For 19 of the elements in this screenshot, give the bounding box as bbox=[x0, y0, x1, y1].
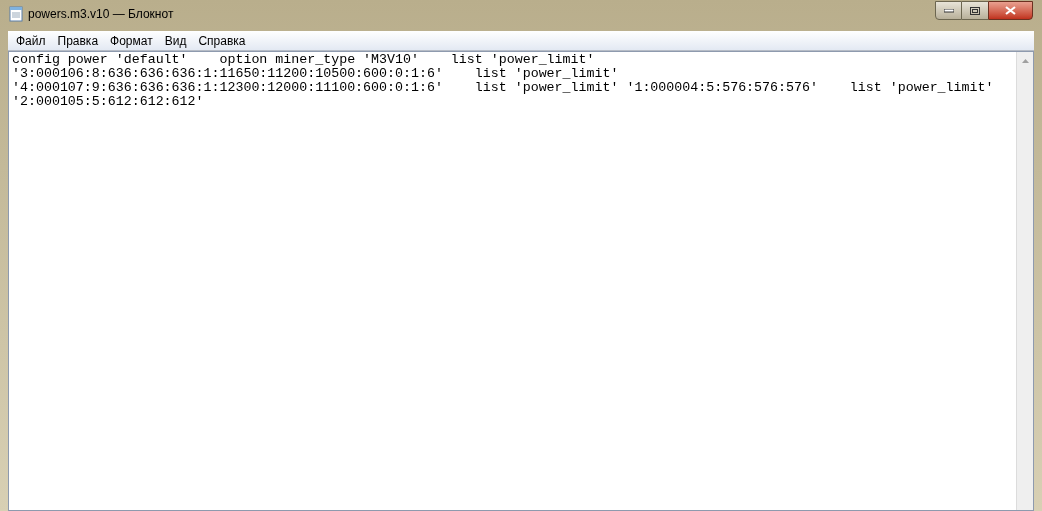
minimize-icon bbox=[943, 8, 954, 13]
menu-item[interactable]: Вид bbox=[158, 32, 193, 49]
up-arrow-icon bbox=[1021, 58, 1029, 63]
vertical-scrollbar[interactable] bbox=[1016, 52, 1033, 510]
text-line: '2:000105:5:612:612:612' bbox=[12, 95, 204, 109]
text-line: '4:000107:9:636:636:636:1:12300:12000:11100:600:0:1:6' list 'power_limit' '1:000004:5:576:576:576' list 'power_limit' bbox=[12, 81, 994, 95]
minimize-button[interactable] bbox=[935, 1, 962, 20]
menu-item[interactable]: Правка bbox=[51, 32, 105, 49]
menu-item[interactable]: Справка bbox=[192, 32, 252, 49]
close-icon bbox=[1005, 6, 1016, 15]
notepad-icon bbox=[9, 6, 23, 22]
text-line: config power 'default' option miner_type 'M3V10' list 'power_limit' bbox=[12, 53, 595, 67]
menu-item[interactable]: Формат bbox=[104, 32, 159, 49]
maximize-button[interactable] bbox=[962, 1, 988, 20]
text-line: '3:000106:8:636:636:636:1:11650:11200:10500:600:0:1:6' list 'power_limit' bbox=[12, 67, 619, 81]
maximize-icon bbox=[970, 6, 980, 15]
window-title: powers.m3.v10 — Блокнот bbox=[28, 6, 174, 23]
menu-item[interactable]: Файл bbox=[10, 32, 52, 49]
close-button[interactable] bbox=[988, 1, 1033, 20]
